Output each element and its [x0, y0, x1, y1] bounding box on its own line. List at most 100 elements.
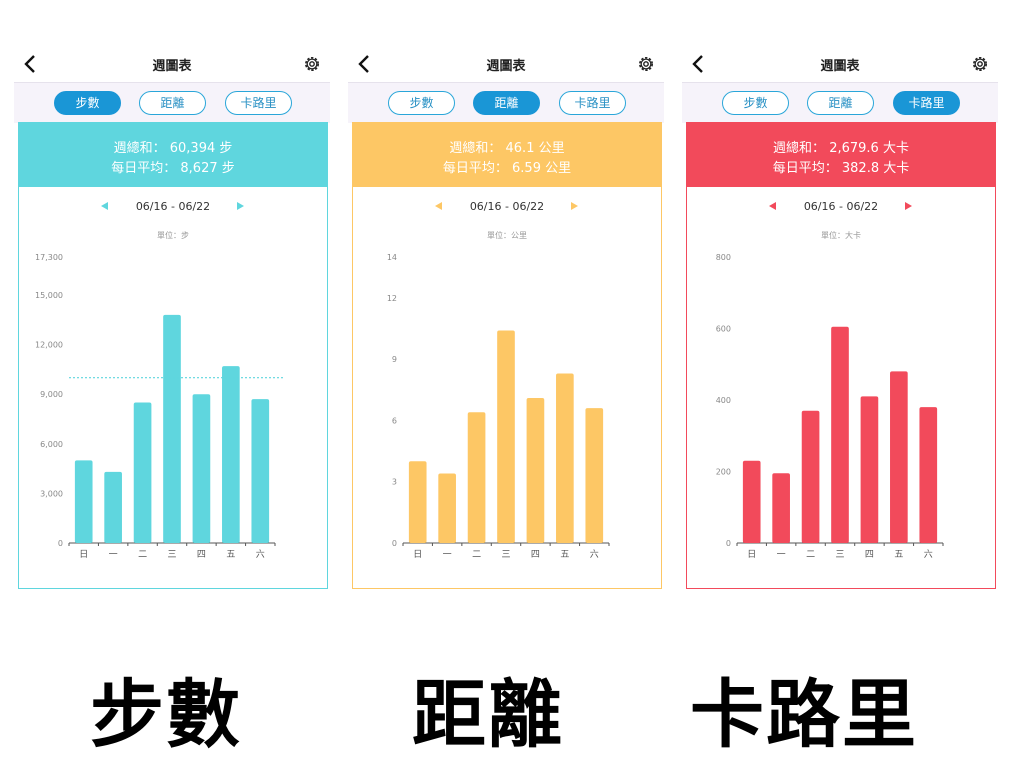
tab-calories[interactable]: 卡路里 — [559, 91, 626, 115]
tab-bar: 步數 距離 卡路里 — [14, 82, 330, 123]
page-title: 週圖表 — [152, 59, 192, 74]
tab-steps[interactable]: 步數 — [388, 91, 455, 115]
bar — [438, 473, 456, 543]
tab-calories[interactable]: 卡路里 — [893, 91, 960, 115]
x-tick-label: 五 — [560, 550, 569, 560]
x-tick-label: 一 — [443, 550, 452, 560]
next-week-icon[interactable] — [571, 202, 578, 210]
bar — [163, 314, 181, 543]
total-label: 週總和： — [773, 141, 826, 156]
bar — [831, 326, 849, 543]
tab-bar: 步數 距離 卡路里 — [348, 82, 664, 123]
bar — [192, 394, 211, 543]
tab-steps[interactable]: 步數 — [722, 91, 789, 115]
bar — [585, 408, 604, 543]
y-tick-label: 800 — [716, 253, 731, 262]
y-tick-label: 12,000 — [35, 341, 63, 350]
x-tick-label: 四 — [865, 550, 874, 560]
y-tick-label: 6 — [392, 416, 397, 425]
daily-average-row: 每日平均： 382.8 大卡 — [687, 157, 995, 176]
y-tick-label: 600 — [716, 325, 731, 334]
avg-label: 每日平均： — [442, 161, 508, 176]
weekly-total-row: 週總和： 60,394 步 — [19, 137, 327, 156]
weekly-total-row: 週總和： 46.1 公里 — [353, 137, 661, 156]
x-tick-label: 六 — [256, 548, 265, 560]
bar — [742, 460, 761, 543]
tab-calories[interactable]: 卡路里 — [225, 91, 292, 115]
bar-chart: 06/16 - 06/22 單位：公里 0 3 6 9 12 14 日 一 二 三 四 五 六 — [387, 200, 610, 560]
date-range: 06/16 - 06/22 — [136, 200, 210, 213]
page-title: 週圖表 — [486, 59, 526, 74]
prev-week-icon[interactable] — [435, 202, 442, 210]
date-range: 06/16 - 06/22 — [470, 200, 544, 213]
total-value: 46.1 — [505, 141, 535, 156]
header-bar: 週圖表 — [682, 44, 998, 82]
y-tick-label: 0 — [726, 539, 731, 548]
avg-value: 6.59 — [512, 161, 541, 176]
tab-steps[interactable]: 步數 — [54, 91, 121, 115]
calories-panel: 週圖表 步數 距離 卡路里 週總和： 2,679.6 大卡 每日平均： 382.… — [682, 44, 998, 600]
y-tick-label: 0 — [392, 539, 397, 548]
x-tick-label: 日 — [79, 549, 88, 560]
x-tick-label: 五 — [226, 550, 235, 560]
y-tick-label: 0 — [58, 539, 63, 548]
bar — [919, 407, 938, 543]
gear-icon[interactable] — [636, 54, 656, 74]
next-week-icon[interactable] — [237, 202, 244, 210]
y-tick-label: 400 — [716, 396, 731, 405]
date-range: 06/16 - 06/22 — [804, 200, 878, 213]
y-tick-label: 3 — [392, 478, 397, 487]
x-tick-label: 三 — [835, 550, 844, 560]
gear-icon[interactable] — [302, 54, 322, 74]
header-bar: 週圖表 — [348, 44, 664, 82]
steps-panel: 週圖表 步數 距離 卡路里 週總和： 60,394 步 每日平均： 8,627 … — [14, 44, 330, 600]
x-tick-label: 一 — [777, 550, 786, 560]
y-tick-label: 200 — [716, 468, 731, 477]
chart-card: 週總和： 60,394 步 每日平均： 8,627 步 06/16 - 06/2… — [18, 122, 328, 589]
x-tick-label: 五 — [894, 550, 903, 560]
bar — [772, 473, 790, 543]
tab-distance[interactable]: 距離 — [807, 91, 874, 115]
bar-chart: 06/16 - 06/22 單位：大卡 0 200 400 600 800 日 一 二 三 四 五 六 — [716, 200, 944, 560]
gear-icon[interactable] — [970, 54, 990, 74]
caption-steps: 步數 — [90, 672, 242, 758]
page-title: 週圖表 — [820, 59, 860, 74]
next-week-icon[interactable] — [905, 202, 912, 210]
x-tick-label: 日 — [747, 549, 756, 560]
prev-week-icon[interactable] — [769, 202, 776, 210]
tab-distance[interactable]: 距離 — [473, 91, 540, 115]
unit-label: 單位：公里 — [487, 230, 527, 240]
total-value: 60,394 — [169, 141, 216, 156]
total-label: 週總和： — [449, 141, 502, 156]
x-tick-label: 日 — [413, 549, 422, 560]
y-tick-label: 3,000 — [40, 489, 63, 498]
y-tick-label: 14 — [387, 253, 397, 262]
total-unit: 步 — [219, 141, 233, 156]
summary-box: 週總和： 2,679.6 大卡 每日平均： 382.8 大卡 — [687, 123, 995, 187]
prev-week-icon[interactable] — [101, 202, 108, 210]
tab-bar: 步數 距離 卡路里 — [682, 82, 998, 123]
x-tick-label: 二 — [806, 550, 815, 560]
bar — [860, 396, 879, 543]
total-unit: 公里 — [538, 141, 565, 156]
x-tick-label: 三 — [167, 550, 176, 560]
daily-average-row: 每日平均： 6.59 公里 — [353, 157, 661, 176]
avg-unit: 大卡 — [883, 161, 910, 176]
daily-average-row: 每日平均： 8,627 步 — [19, 157, 327, 176]
bar — [251, 399, 270, 543]
avg-value: 8,627 — [180, 161, 218, 176]
caption-calories: 卡路里 — [690, 672, 918, 758]
y-tick-label: 15,000 — [35, 291, 63, 300]
bar — [74, 460, 93, 543]
header-bar: 週圖表 — [14, 44, 330, 82]
x-tick-label: 六 — [590, 548, 599, 560]
tab-distance[interactable]: 距離 — [139, 91, 206, 115]
avg-unit: 步 — [221, 161, 235, 176]
bar — [526, 397, 545, 543]
bar — [222, 366, 240, 543]
x-tick-label: 六 — [924, 548, 933, 560]
chart-card: 週總和： 46.1 公里 每日平均： 6.59 公里 06/16 - 06/22… — [352, 122, 662, 589]
avg-label: 每日平均： — [772, 161, 838, 176]
avg-value: 382.8 — [841, 161, 880, 176]
x-tick-label: 四 — [531, 550, 540, 560]
